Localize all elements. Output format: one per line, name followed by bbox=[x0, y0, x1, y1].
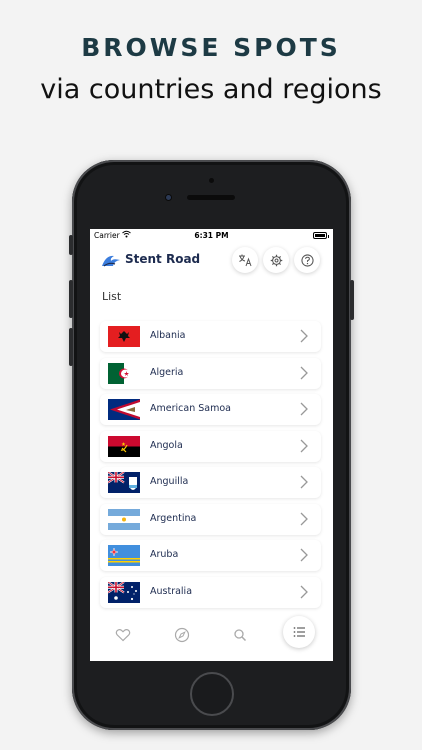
settings-button[interactable] bbox=[263, 247, 289, 273]
chevron-right-icon bbox=[300, 585, 308, 598]
home-button[interactable] bbox=[190, 672, 234, 716]
australia-flag-icon bbox=[108, 581, 140, 603]
translate-icon bbox=[239, 254, 252, 267]
albania-flag-icon bbox=[108, 326, 140, 347]
chevron-right-icon bbox=[300, 329, 308, 343]
chevron-right-icon bbox=[300, 439, 308, 452]
list-item[interactable]: Albania bbox=[100, 321, 321, 352]
country-name: Argentina bbox=[150, 512, 197, 524]
list-item[interactable]: Algeria bbox=[100, 357, 321, 389]
proximity-sensor bbox=[209, 178, 214, 183]
algeria-flag-icon bbox=[108, 362, 140, 384]
promo-subheadline: via countries and regions bbox=[40, 74, 382, 105]
angola-flag-icon bbox=[108, 435, 140, 457]
chevron-right-icon bbox=[300, 475, 308, 489]
list-item[interactable]: Australia bbox=[100, 576, 321, 608]
app-bar: Stent Road bbox=[90, 243, 333, 277]
country-name: American Samoa bbox=[150, 403, 231, 414]
american-samoa-flag-icon bbox=[108, 399, 140, 420]
wave-logo-icon bbox=[102, 255, 120, 267]
chevron-right-icon bbox=[300, 366, 308, 379]
front-camera bbox=[165, 194, 172, 201]
list-item[interactable]: American Samoa bbox=[100, 394, 321, 425]
argentina-flag-icon bbox=[108, 508, 140, 530]
promo-headline: BROWSE SPOTS bbox=[81, 33, 341, 62]
country-name: Anguilla bbox=[150, 476, 189, 487]
list-item[interactable]: Argentina bbox=[100, 503, 321, 535]
app-screen: Carrier 6:31 PM Stent Road List Albania … bbox=[90, 229, 333, 661]
country-name: Angola bbox=[150, 439, 183, 451]
list-tab-button[interactable] bbox=[283, 616, 315, 648]
help-button[interactable] bbox=[294, 247, 320, 273]
anguilla-flag-icon bbox=[108, 472, 140, 493]
chevron-right-icon bbox=[300, 512, 308, 525]
gear-icon bbox=[270, 254, 282, 266]
heart-icon[interactable] bbox=[115, 627, 131, 643]
status-bar: Carrier 6:31 PM bbox=[90, 229, 333, 243]
country-name: Australia bbox=[150, 585, 193, 597]
volume-up-button bbox=[69, 280, 73, 318]
volume-down-button bbox=[69, 328, 73, 366]
power-button bbox=[350, 280, 354, 320]
help-icon bbox=[300, 253, 314, 267]
list-icon bbox=[293, 627, 305, 637]
country-name: Albania bbox=[150, 330, 186, 341]
earpiece-speaker bbox=[187, 195, 235, 200]
chevron-right-icon bbox=[300, 548, 308, 562]
list-item[interactable]: Angola bbox=[100, 430, 321, 462]
status-time: 6:31 PM bbox=[194, 231, 229, 240]
compass-icon[interactable] bbox=[174, 627, 190, 643]
battery-icon bbox=[313, 232, 329, 239]
list-item[interactable]: Aruba bbox=[100, 540, 321, 571]
search-icon[interactable] bbox=[232, 627, 248, 643]
country-name: Algeria bbox=[150, 366, 184, 378]
aruba-flag-icon bbox=[108, 545, 140, 566]
list-heading: List bbox=[102, 290, 122, 303]
app-title: Stent Road bbox=[125, 252, 201, 266]
chevron-right-icon bbox=[300, 402, 308, 416]
tab-bar bbox=[90, 615, 333, 661]
country-name: Aruba bbox=[150, 549, 179, 560]
translate-button[interactable] bbox=[232, 247, 258, 273]
list-item[interactable]: Anguilla bbox=[100, 467, 321, 498]
mute-switch bbox=[69, 235, 73, 255]
